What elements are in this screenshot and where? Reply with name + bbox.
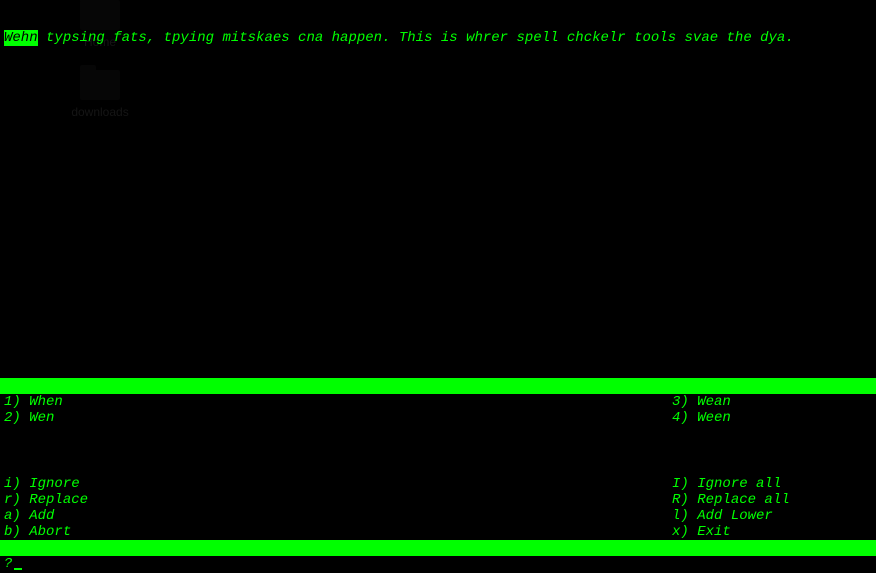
command-abort[interactable]: b) Abort — [4, 524, 672, 540]
command-exit[interactable]: x) Exit — [672, 524, 872, 540]
commands-section: i) Ignore I) Ignore all r) Replace R) Re… — [0, 476, 876, 556]
text-content-area: Wehn typsing fats, tpying mitskaes cna h… — [0, 0, 876, 46]
text-line: Wehn typsing fats, tpying mitskaes cna h… — [0, 30, 876, 46]
command-replace-all[interactable]: R) Replace all — [672, 492, 872, 508]
command-replace[interactable]: r) Replace — [4, 492, 672, 508]
command-ignore-all[interactable]: I) Ignore all — [672, 476, 872, 492]
suggestion-item[interactable]: 2) Wen — [4, 410, 672, 426]
command-ignore[interactable]: i) Ignore — [4, 476, 672, 492]
separator-bar — [0, 378, 876, 394]
terminal-window: Wehn typsing fats, tpying mitskaes cna h… — [0, 0, 876, 573]
command-add-lower[interactable]: l) Add Lower — [672, 508, 872, 524]
suggestions-section: 1) When 3) Wean 2) Wen 4) Ween — [0, 378, 876, 426]
command-add[interactable]: a) Add — [4, 508, 672, 524]
cursor — [14, 568, 22, 570]
prompt-symbol: ? — [4, 556, 12, 572]
suggestion-item[interactable]: 1) When — [4, 394, 672, 410]
separator-bar — [0, 540, 876, 556]
suggestion-item[interactable]: 4) Ween — [672, 410, 872, 426]
misspelled-word-highlight: Wehn — [4, 30, 38, 46]
text-content: typsing fats, tpying mitskaes cna happen… — [38, 30, 794, 46]
suggestion-item[interactable]: 3) Wean — [672, 394, 872, 410]
prompt-line[interactable]: ? — [0, 556, 876, 572]
